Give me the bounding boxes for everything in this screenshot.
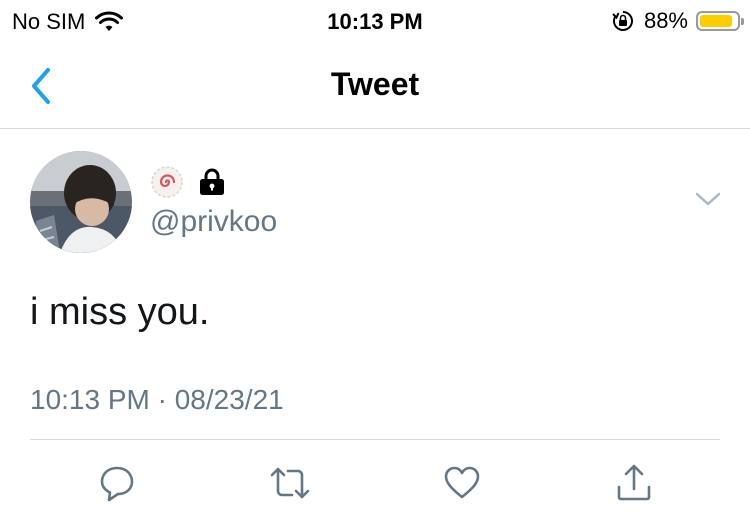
tweet-text: i miss you. [30,291,210,333]
retweet-button[interactable] [268,463,312,508]
chevron-down-icon [695,192,721,206]
fishcake-emoji [151,166,183,198]
tweet-actions [0,463,750,507]
reply-button[interactable] [97,463,137,508]
share-icon [617,464,651,501]
battery-percent: 88% [643,8,688,33]
avatar-image [30,151,132,253]
orientation-lock-icon [612,11,633,31]
status-bar: No SIM 10:13 PM 88% [0,0,750,44]
avatar[interactable] [30,151,132,253]
page-title: Tweet [330,66,420,102]
battery-level-fill [700,15,732,27]
lock-icon [200,168,224,195]
tweet-options-button[interactable] [694,191,722,212]
retweet-icon [270,467,310,499]
user-badges [150,165,226,199]
battery-group: 88% [612,8,744,34]
divider [30,439,720,440]
like-icon [444,466,480,499]
tweet-timestamp[interactable]: 10:13 PM · 08/23/21 [30,384,284,416]
battery-icon [696,11,744,31]
navigation-bar: Tweet [0,44,750,129]
username-handle[interactable]: @privkoo [150,205,277,239]
like-button[interactable] [442,463,482,508]
reply-icon [100,466,134,502]
share-button[interactable] [614,463,654,508]
